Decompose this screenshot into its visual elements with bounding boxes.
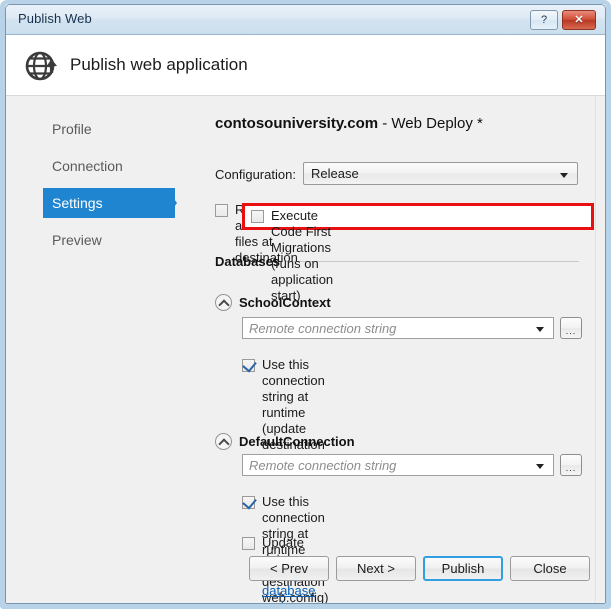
chevron-up-icon bbox=[218, 438, 230, 450]
checkbox-box bbox=[251, 210, 264, 223]
database-name-defaultconnection: DefaultConnection bbox=[239, 434, 355, 449]
schoolcontext-browse-button[interactable]: ... bbox=[560, 317, 582, 339]
page-title-domain: contosouniversity.com bbox=[215, 115, 379, 132]
sidebar-item-profile[interactable]: Profile bbox=[43, 114, 92, 144]
sidebar-item-connection[interactable]: Connection bbox=[43, 151, 123, 181]
sidebar-selection-arrow-icon bbox=[166, 188, 177, 218]
connection-string-placeholder: Remote connection string bbox=[249, 321, 397, 336]
defaultconnection-browse-button[interactable]: ... bbox=[560, 454, 582, 476]
next-button[interactable]: Next > bbox=[336, 556, 416, 581]
globe-publish-icon bbox=[25, 51, 57, 81]
collapse-schoolcontext-chevron-up-icon[interactable] bbox=[215, 294, 232, 311]
chevron-up-icon bbox=[218, 299, 230, 311]
checkbox-box bbox=[242, 494, 257, 510]
publish-web-dialog: Publish Web ? ✕ Publish web application bbox=[0, 0, 611, 609]
window-title: Publish Web bbox=[18, 11, 92, 26]
sidebar-navigation: Profile Connection Settings Preview bbox=[6, 96, 196, 603]
page-title-method: - Web Deploy * bbox=[378, 115, 483, 132]
check-icon bbox=[242, 357, 257, 373]
publish-button[interactable]: Publish bbox=[423, 556, 503, 581]
header-title: Publish web application bbox=[70, 55, 248, 74]
prev-button[interactable]: < Prev bbox=[249, 556, 329, 581]
collapse-defaultconnection-chevron-up-icon[interactable] bbox=[215, 433, 232, 450]
sidebar-item-label: Profile bbox=[52, 121, 92, 137]
sidebar-item-label: Settings bbox=[52, 195, 103, 211]
checkbox-box bbox=[215, 204, 228, 217]
check-icon bbox=[242, 494, 257, 510]
sidebar-item-preview[interactable]: Preview bbox=[43, 225, 102, 255]
ellipsis-icon: ... bbox=[565, 326, 577, 336]
dialog-inner-frame: Publish Web ? ✕ Publish web application bbox=[5, 4, 606, 604]
vertical-scrollbar[interactable] bbox=[595, 96, 605, 603]
page-title: contosouniversity.com - Web Deploy * bbox=[215, 115, 483, 132]
sidebar-item-label: Connection bbox=[52, 158, 123, 174]
sidebar-item-label: Preview bbox=[52, 232, 102, 248]
dialog-body: Profile Connection Settings Preview cont… bbox=[6, 96, 605, 603]
checkbox-label: Execute Code First Migrations (runs on a… bbox=[271, 208, 334, 303]
schoolcontext-connection-string-input[interactable]: Remote connection string bbox=[242, 317, 554, 339]
dialog-header: Publish web application bbox=[6, 35, 605, 96]
close-button[interactable]: ✕ bbox=[562, 10, 596, 30]
close-dialog-button[interactable]: Close bbox=[510, 556, 590, 581]
configuration-value: Release bbox=[311, 166, 359, 181]
help-button[interactable]: ? bbox=[530, 10, 558, 30]
configuration-dropdown[interactable]: Release bbox=[303, 162, 578, 185]
title-bar: Publish Web ? ✕ bbox=[6, 5, 605, 35]
settings-panel: contosouniversity.com - Web Deploy * Con… bbox=[196, 96, 605, 603]
chevron-down-icon bbox=[536, 327, 544, 332]
ellipsis-icon: ... bbox=[565, 463, 577, 473]
sidebar-item-settings[interactable]: Settings bbox=[43, 188, 175, 218]
dialog-footer: < Prev Next > Publish Close bbox=[6, 543, 605, 603]
defaultconnection-connection-string-input[interactable]: Remote connection string bbox=[242, 454, 554, 476]
checkbox-box bbox=[242, 357, 257, 373]
connection-string-placeholder: Remote connection string bbox=[249, 458, 397, 473]
checkbox-label: Use this connection string at runtime (u… bbox=[262, 357, 328, 468]
chevron-down-icon bbox=[536, 464, 544, 469]
chevron-down-icon bbox=[560, 173, 568, 178]
configuration-label: Configuration: bbox=[215, 167, 296, 182]
